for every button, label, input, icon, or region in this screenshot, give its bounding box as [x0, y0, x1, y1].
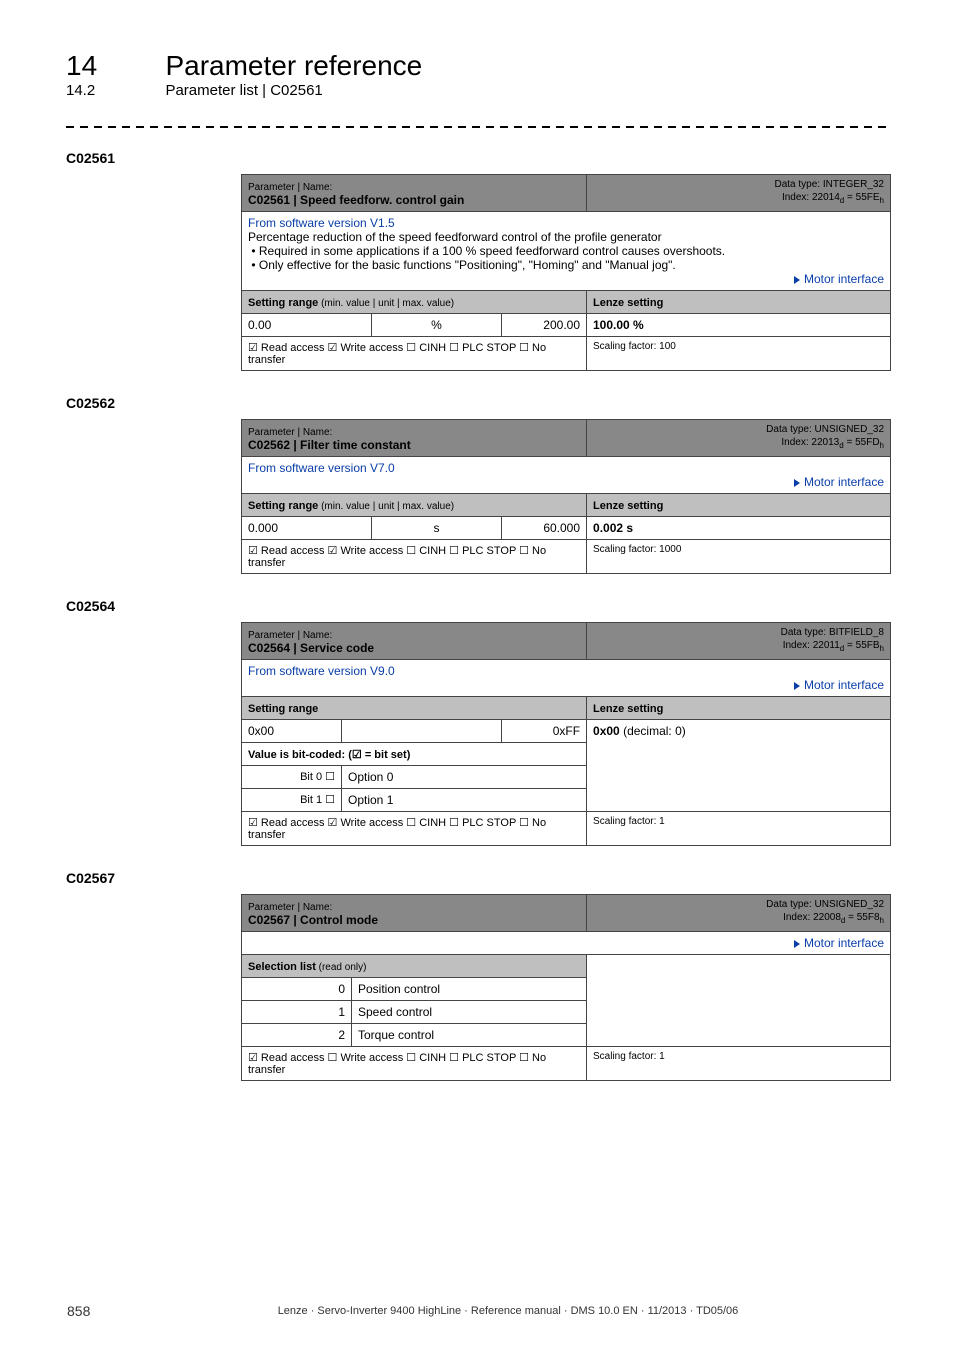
range-unit — [342, 720, 502, 743]
triangle-icon — [794, 936, 804, 950]
list-index: 2 — [242, 1024, 352, 1047]
index: Index: 22011d = 55FBh — [783, 640, 884, 651]
chapter-number: 14 — [66, 50, 161, 82]
access-flags: ☑ Read access ☑ Write access ☐ CINH ☐ PL… — [242, 812, 587, 846]
setting-range-header: Setting range — [248, 500, 318, 512]
page-header: 14 Parameter reference 14.2 Parameter li… — [66, 50, 888, 100]
range-min: 0.000 — [242, 517, 372, 540]
lenze-value: 0.002 s — [593, 521, 633, 535]
scaling-factor: Scaling factor: 1000 — [587, 540, 891, 574]
scaling-factor: Scaling factor: 1 — [587, 812, 891, 846]
bit-option: Option 0 — [342, 766, 587, 789]
access-flags: ☑ Read access ☑ Write access ☐ CINH ☐ PL… — [242, 540, 587, 574]
footer-text: Lenze · Servo-Inverter 9400 HighLine · R… — [278, 1305, 739, 1317]
param-table: Parameter | Name: C02562 | Filter time c… — [241, 419, 891, 574]
setting-range-header: Setting range — [248, 703, 318, 715]
data-type: Data type: UNSIGNED_32 — [766, 424, 884, 435]
param-code: C02564 — [66, 598, 888, 614]
triangle-icon — [794, 272, 804, 286]
section-title: Parameter list | C02561 — [165, 82, 322, 99]
chapter-title: Parameter reference — [165, 50, 422, 81]
index: Index: 22013d = 55FDh — [781, 437, 884, 448]
range-min: 0.00 — [242, 314, 372, 337]
lenze-value: 0x00 — [593, 724, 620, 738]
lenze-value: 100.00 % — [593, 318, 644, 332]
param-name: C02562 | Filter time constant — [248, 438, 411, 452]
range-min: 0x00 — [242, 720, 342, 743]
software-version-link[interactable]: From software version V9.0 — [248, 664, 395, 678]
index: Index: 22014d = 55FEh — [782, 192, 884, 203]
bit-option: Option 1 — [342, 789, 587, 812]
lenze-setting-header: Lenze setting — [593, 297, 663, 309]
motor-interface-link[interactable]: Motor interface — [804, 272, 884, 286]
bullet: • Only effective for the basic functions… — [248, 258, 676, 272]
list-index: 0 — [242, 978, 352, 1001]
setting-range-header: Setting range — [248, 297, 318, 309]
index: Index: 22008d = 55F8h — [783, 912, 884, 923]
param-name: C02561 | Speed feedforw. control gain — [248, 193, 464, 207]
lenze-setting-header: Lenze setting — [593, 500, 663, 512]
data-type: Data type: BITFIELD_8 — [781, 627, 884, 638]
motor-interface-link[interactable]: Motor interface — [804, 678, 884, 692]
bit-coded-header: Value is bit-coded: (☑ = bit set) — [248, 749, 410, 761]
param-name: C02564 | Service code — [248, 641, 374, 655]
range-max: 0xFF — [502, 720, 587, 743]
bit-label: Bit 1 ☐ — [242, 789, 342, 812]
triangle-icon — [794, 678, 804, 692]
list-value: Torque control — [352, 1024, 587, 1047]
data-type: Data type: INTEGER_32 — [775, 179, 885, 190]
motor-interface-link[interactable]: Motor interface — [804, 475, 884, 489]
list-value: Speed control — [352, 1001, 587, 1024]
param-name: C02567 | Control mode — [248, 913, 378, 927]
access-flags: ☑ Read access ☐ Write access ☐ CINH ☐ PL… — [242, 1047, 587, 1081]
range-max: 60.000 — [502, 517, 587, 540]
list-index: 1 — [242, 1001, 352, 1024]
section-number: 14.2 — [66, 82, 161, 99]
page-number: 858 — [67, 1303, 90, 1319]
name-label: Parameter | Name: — [248, 182, 332, 193]
access-flags: ☑ Read access ☑ Write access ☐ CINH ☐ PL… — [242, 337, 587, 371]
motor-interface-link[interactable]: Motor interface — [804, 936, 884, 950]
bit-label: Bit 0 ☐ — [242, 766, 342, 789]
param-table: Parameter | Name: C02564 | Service code … — [241, 622, 891, 846]
param-code: C02562 — [66, 395, 888, 411]
selection-list-header: Selection list — [248, 961, 316, 973]
software-version-link[interactable]: From software version V7.0 — [248, 461, 395, 475]
param-table: Parameter | Name: C02567 | Control mode … — [241, 894, 891, 1081]
page-footer: 858 Lenze · Servo-Inverter 9400 HighLine… — [66, 1302, 888, 1320]
scaling-factor: Scaling factor: 100 — [587, 337, 891, 371]
data-type: Data type: UNSIGNED_32 — [766, 899, 884, 910]
range-max: 200.00 — [502, 314, 587, 337]
name-label: Parameter | Name: — [248, 630, 332, 641]
param-code: C02561 — [66, 150, 888, 166]
bullet: • Required in some applications if a 100… — [248, 244, 725, 258]
description-text: Percentage reduction of the speed feedfo… — [248, 230, 662, 244]
triangle-icon — [794, 475, 804, 489]
software-version-link[interactable]: From software version V1.5 — [248, 216, 395, 230]
lenze-setting-header: Lenze setting — [593, 703, 663, 715]
param-table: Parameter | Name: C02561 | Speed feedfor… — [241, 174, 891, 371]
range-unit: s — [372, 517, 502, 540]
param-code: C02567 — [66, 870, 888, 886]
list-value: Position control — [352, 978, 587, 1001]
name-label: Parameter | Name: — [248, 902, 332, 913]
range-unit: % — [372, 314, 502, 337]
name-label: Parameter | Name: — [248, 427, 332, 438]
scaling-factor: Scaling factor: 1 — [587, 1047, 891, 1081]
